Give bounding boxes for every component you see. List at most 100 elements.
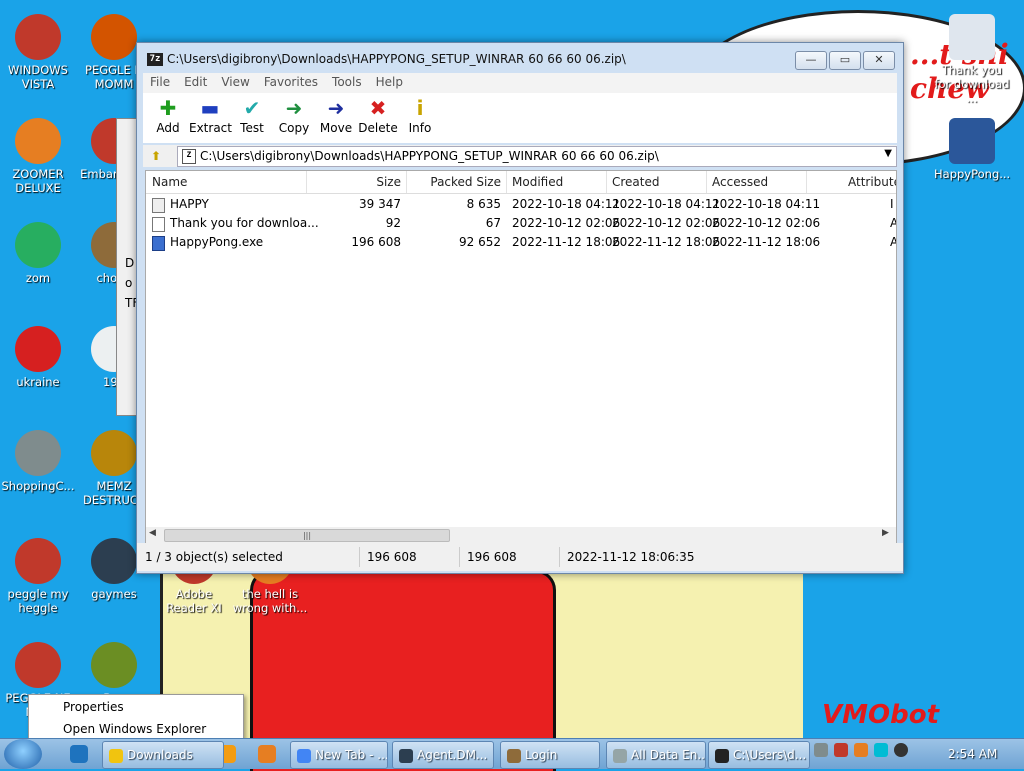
taskbar-button-label: All Data En... bbox=[631, 748, 706, 762]
col-attribute[interactable]: Attribute bbox=[848, 175, 896, 189]
toolbar-label: Delete bbox=[358, 121, 398, 135]
tray-search-icon[interactable] bbox=[854, 743, 868, 757]
ie-icon[interactable] bbox=[70, 745, 88, 763]
menu-tools[interactable]: Tools bbox=[325, 73, 369, 93]
table-row[interactable]: HAPPY 39 347 8 635 2022-10-18 04:11 2022-10-… bbox=[146, 195, 896, 214]
minimize-button[interactable]: — bbox=[795, 51, 827, 70]
menu-edit[interactable]: Edit bbox=[177, 73, 214, 93]
col-modified[interactable]: Modified bbox=[512, 175, 563, 189]
zip-icon: Z bbox=[182, 149, 196, 164]
close-button[interactable]: ✕ bbox=[863, 51, 895, 70]
tray-monitor-icon[interactable] bbox=[874, 743, 888, 757]
status-packed: 196 608 bbox=[467, 550, 517, 564]
desktop-icon[interactable]: HappyPong... bbox=[934, 118, 1010, 181]
cell-modified: 2022-11-12 18:06 bbox=[512, 235, 621, 249]
app-icon bbox=[15, 118, 61, 164]
address-field[interactable]: Z C:\Users\digibrony\Downloads\HAPPYPONG… bbox=[177, 146, 897, 167]
desktop-icon[interactable]: Thank you for download ... bbox=[934, 14, 1010, 105]
title-bar[interactable]: 7z C:\Users\digibrony\Downloads\HAPPYPON… bbox=[137, 43, 903, 73]
toolbar-add-button[interactable]: ✚ Add bbox=[147, 93, 189, 143]
menu-help[interactable]: Help bbox=[369, 73, 410, 93]
app-icon bbox=[15, 222, 61, 268]
menu-bar: File Edit View Favorites Tools Help bbox=[143, 73, 897, 93]
desktop-icon[interactable]: ukraine bbox=[0, 326, 76, 389]
desktop-icon[interactable]: peggle my heggle bbox=[0, 538, 76, 615]
taskbar-button[interactable]: Login bbox=[500, 741, 600, 769]
cell-packed: 67 bbox=[485, 216, 501, 230]
toolbar-extract-button[interactable]: ▬ Extract bbox=[189, 93, 232, 143]
menu-item-open-explorer[interactable]: Open Windows Explorer bbox=[63, 722, 206, 736]
table-row[interactable]: Thank you for downloa... 92 67 2022-10-12 0… bbox=[146, 214, 896, 233]
desktop-icon[interactable]: ShoppingC... bbox=[0, 430, 76, 493]
app-icon bbox=[15, 538, 61, 584]
exe-file-icon bbox=[152, 236, 165, 251]
taskbar-button[interactable]: All Data En... bbox=[606, 741, 706, 769]
scroll-left-icon[interactable]: ◀ bbox=[149, 528, 156, 538]
menu-file[interactable]: File bbox=[143, 73, 177, 93]
chevron-down-icon[interactable]: ▼ bbox=[884, 148, 892, 159]
toolbar-label: Move bbox=[319, 121, 353, 135]
menu-item-properties[interactable]: Properties bbox=[63, 700, 124, 714]
status-selection: 1 / 3 object(s) selected bbox=[145, 550, 283, 564]
toolbar-move-button[interactable]: ➜ Move bbox=[315, 93, 357, 143]
toolbar-label: Info bbox=[408, 121, 432, 135]
menu-view[interactable]: View bbox=[214, 73, 256, 93]
scroll-thumb[interactable]: ||| bbox=[164, 529, 450, 542]
app-icon bbox=[91, 642, 137, 688]
tray-network-icon[interactable] bbox=[814, 743, 828, 757]
taskbar-button[interactable]: C:\Users\d... bbox=[708, 741, 810, 769]
toolbar-label: Test bbox=[240, 121, 264, 135]
col-packed-size[interactable]: Packed Size bbox=[406, 175, 501, 189]
tray-record-icon[interactable] bbox=[894, 743, 908, 757]
app-icon bbox=[91, 430, 137, 476]
toolbar-label: Copy bbox=[278, 121, 310, 135]
toolbar-info-button[interactable]: i Info bbox=[399, 93, 441, 143]
scroll-right-icon[interactable]: ▶ bbox=[882, 528, 889, 538]
file-icon bbox=[152, 198, 165, 213]
start-button[interactable] bbox=[4, 739, 42, 769]
taskbar: Downloads New Tab - ... Agent.DM... Login Al… bbox=[0, 738, 1024, 769]
desktop-icon-label: HappyPong... bbox=[934, 167, 1011, 181]
arrow-right-icon: ➜ bbox=[327, 96, 345, 120]
archive-window[interactable]: 7z C:\Users\digibrony\Downloads\HAPPYPON… bbox=[136, 42, 904, 574]
cell-accessed: 2022-10-12 02:06 bbox=[712, 216, 821, 230]
info-icon: i bbox=[416, 96, 424, 120]
taskbar-button[interactable]: Agent.DM... bbox=[392, 741, 494, 769]
window-title: C:\Users\digibrony\Downloads\HAPPYPONG_S… bbox=[167, 52, 626, 66]
taskbar-button-label: Agent.DM... bbox=[417, 748, 488, 762]
maximize-button[interactable]: ▭ bbox=[829, 51, 861, 70]
cell-accessed: 2022-10-18 04:11 bbox=[712, 197, 821, 211]
desktop-icon-label: ZOOMER DELUXE bbox=[12, 167, 64, 195]
desktop-icon[interactable]: ZOOMER DELUXE bbox=[0, 118, 76, 195]
horizontal-scrollbar[interactable]: ◀ ||| ▶ bbox=[146, 527, 896, 543]
check-icon: ✔ bbox=[243, 96, 261, 120]
clock[interactable]: 2:54 AM bbox=[948, 747, 997, 761]
col-created[interactable]: Created bbox=[612, 175, 660, 189]
file-list[interactable]: Name Size Packed Size Modified Created A… bbox=[145, 170, 897, 544]
app-icon bbox=[91, 14, 137, 60]
col-name[interactable]: Name bbox=[152, 175, 187, 189]
taskbar-button[interactable]: New Tab - ... bbox=[290, 741, 388, 769]
desktop-icon-label: zom bbox=[25, 271, 51, 285]
desktop-icon[interactable]: WINDOWS VISTA bbox=[0, 14, 76, 91]
firefox-icon[interactable] bbox=[258, 745, 276, 763]
menu-favorites[interactable]: Favorites bbox=[257, 73, 325, 93]
cell-attr: I bbox=[890, 197, 894, 211]
toolbar-test-button[interactable]: ✔ Test bbox=[231, 93, 273, 143]
tray-antivirus-icon[interactable] bbox=[834, 743, 848, 757]
desktop-icon-label: gaymes bbox=[91, 587, 137, 601]
taskbar-button-label: Login bbox=[525, 748, 558, 762]
taskbar-button-label: C:\Users\d... bbox=[733, 748, 807, 762]
desktop-icon[interactable]: zom bbox=[0, 222, 76, 285]
col-accessed[interactable]: Accessed bbox=[712, 175, 768, 189]
file-icon bbox=[152, 217, 165, 232]
toolbar-copy-button[interactable]: ➜ Copy bbox=[273, 93, 315, 143]
desktop-icon-label: WINDOWS VISTA bbox=[8, 63, 68, 91]
app-icon bbox=[91, 538, 137, 584]
table-row[interactable]: HappyPong.exe 196 608 92 652 2022-11-12 18:… bbox=[146, 233, 896, 252]
toolbar-delete-button[interactable]: ✖ Delete bbox=[357, 93, 399, 143]
up-folder-icon[interactable]: ⬆ bbox=[147, 147, 165, 165]
col-size[interactable]: Size bbox=[306, 175, 401, 189]
taskbar-button[interactable]: Downloads bbox=[102, 741, 224, 769]
cell-attr: A bbox=[890, 235, 896, 249]
